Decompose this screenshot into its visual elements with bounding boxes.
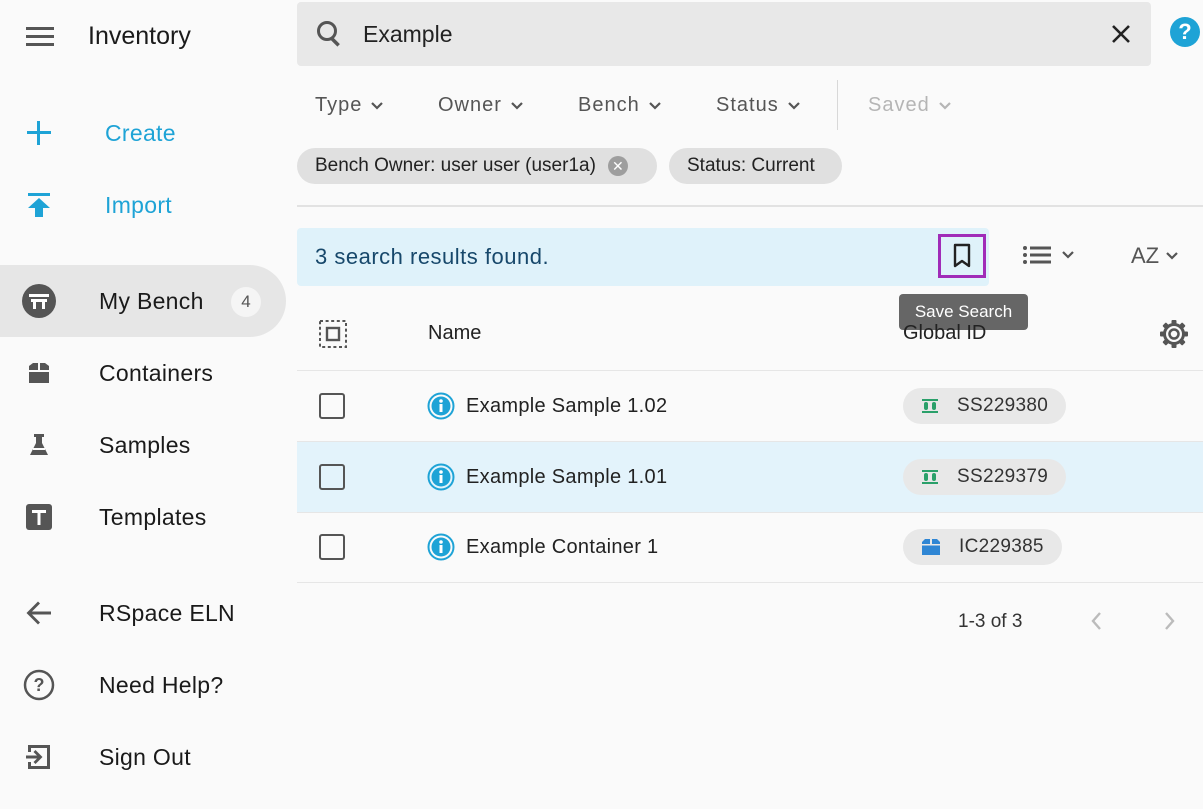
results-count-text: 3 search results found. bbox=[315, 244, 550, 269]
create-button[interactable]: Create bbox=[0, 97, 286, 169]
sidebar-item-label: Containers bbox=[99, 359, 214, 386]
table-row[interactable]: Example Sample 1.02 SS229380 bbox=[297, 371, 1203, 442]
menu-icon[interactable] bbox=[22, 23, 58, 51]
remove-chip-icon[interactable]: ✕ bbox=[607, 156, 628, 176]
help-circle-icon: ? bbox=[20, 666, 58, 704]
sign-out-icon bbox=[20, 738, 58, 776]
bench-icon bbox=[20, 282, 58, 320]
filter-status-dropdown[interactable]: Status bbox=[716, 94, 801, 117]
global-id-chip[interactable]: SS229379 bbox=[903, 459, 1067, 495]
container-box-icon bbox=[20, 354, 58, 392]
global-id-chip[interactable]: IC229385 bbox=[903, 529, 1062, 565]
close-icon[interactable] bbox=[1109, 22, 1133, 51]
info-icon[interactable] bbox=[427, 392, 455, 420]
filter-type-dropdown[interactable]: Type bbox=[315, 94, 384, 117]
plus-icon bbox=[20, 114, 58, 152]
sample-tubes-icon bbox=[922, 470, 938, 484]
template-t-icon bbox=[20, 498, 58, 536]
search-input[interactable] bbox=[363, 16, 1063, 52]
chevron-down-icon bbox=[1166, 252, 1178, 260]
chevron-down-icon bbox=[371, 101, 384, 110]
sidebar-item-containers[interactable]: Containers bbox=[0, 337, 286, 409]
filter-bench-dropdown[interactable]: Bench bbox=[578, 94, 662, 117]
table-row[interactable]: Example Sample 1.01 SS229379 bbox=[297, 442, 1203, 513]
sidebar-item-need-help[interactable]: ? Need Help? bbox=[0, 649, 286, 721]
chevron-down-icon bbox=[787, 101, 800, 110]
row-checkbox[interactable] bbox=[319, 464, 345, 490]
sidebar-item-samples[interactable]: Samples bbox=[0, 409, 286, 481]
row-checkbox[interactable] bbox=[319, 534, 345, 560]
global-id-text: SS229380 bbox=[957, 395, 1049, 416]
results-banner: 3 search results found. bbox=[297, 228, 989, 286]
flask-icon bbox=[20, 426, 58, 464]
section-divider bbox=[297, 205, 1203, 207]
help-button[interactable]: ? bbox=[1170, 17, 1200, 47]
row-name: Example Container 1 bbox=[466, 536, 659, 558]
info-icon[interactable] bbox=[427, 533, 455, 561]
container-box-icon bbox=[922, 539, 940, 555]
chevron-right-icon bbox=[1165, 612, 1175, 630]
chevron-down-icon bbox=[648, 101, 661, 110]
sidebar-item-label: RSpace ELN bbox=[99, 599, 235, 626]
sidebar-item-rspace-eln[interactable]: RSpace ELN bbox=[0, 577, 286, 649]
import-label: Import bbox=[105, 191, 172, 218]
status-chip-label: Status: Current bbox=[687, 155, 815, 176]
info-icon[interactable] bbox=[427, 463, 455, 491]
upload-icon bbox=[20, 186, 58, 224]
gear-icon[interactable] bbox=[1158, 318, 1190, 355]
sidebar-item-label: Sign Out bbox=[99, 743, 191, 770]
select-all-icon[interactable] bbox=[318, 319, 348, 354]
chevron-left-icon bbox=[1091, 612, 1101, 630]
filter-saved-label: Saved bbox=[868, 94, 930, 116]
filter-divider bbox=[837, 80, 838, 130]
global-id-text: IC229385 bbox=[959, 536, 1044, 557]
column-header-name[interactable]: Name bbox=[428, 322, 481, 345]
pagination-range: 1-3 of 3 bbox=[958, 611, 1023, 632]
search-icon bbox=[315, 19, 345, 54]
bench-count-badge: 4 bbox=[231, 287, 261, 317]
row-name: Example Sample 1.02 bbox=[466, 395, 668, 417]
chevron-down-icon bbox=[938, 101, 951, 110]
filter-owner-dropdown[interactable]: Owner bbox=[438, 94, 524, 117]
arrow-back-icon bbox=[20, 594, 58, 632]
filter-bench-label: Bench bbox=[578, 94, 640, 116]
bench-owner-chip-label: Bench Owner: user user (user1a) bbox=[315, 155, 596, 176]
column-header-global-id[interactable]: Global ID bbox=[903, 322, 986, 345]
row-checkbox[interactable] bbox=[319, 393, 345, 419]
app-title: Inventory bbox=[88, 22, 191, 50]
svg-text:?: ? bbox=[34, 675, 45, 695]
status-chip: Status: Current bbox=[669, 148, 842, 184]
save-search-button[interactable] bbox=[938, 234, 986, 278]
sidebar-item-sign-out[interactable]: Sign Out bbox=[0, 721, 286, 793]
import-button[interactable]: Import bbox=[0, 169, 286, 241]
filter-type-label: Type bbox=[315, 94, 363, 116]
sidebar-item-label: Samples bbox=[99, 431, 191, 458]
previous-page-button[interactable] bbox=[1086, 609, 1108, 638]
chevron-down-icon bbox=[511, 101, 523, 110]
table-row[interactable]: Example Container 1 IC229385 bbox=[297, 512, 1203, 583]
sample-tubes-icon bbox=[922, 399, 938, 413]
sidebar-item-label: My Bench bbox=[99, 287, 204, 314]
bookmark-icon bbox=[953, 243, 971, 268]
sidebar-item-my-bench[interactable]: My Bench 4 bbox=[0, 265, 286, 337]
filter-saved-dropdown[interactable]: Saved bbox=[868, 94, 952, 117]
global-id-text: SS229379 bbox=[957, 466, 1049, 487]
sidebar-item-label: Need Help? bbox=[99, 671, 224, 698]
filter-owner-label: Owner bbox=[438, 94, 502, 116]
next-page-button[interactable] bbox=[1158, 609, 1180, 638]
view-mode-dropdown[interactable] bbox=[1021, 241, 1075, 269]
create-label: Create bbox=[105, 119, 176, 146]
sort-dropdown[interactable]: AZ bbox=[1131, 243, 1179, 269]
filter-status-label: Status bbox=[716, 94, 779, 116]
sidebar-item-label: Templates bbox=[99, 503, 207, 530]
chevron-down-icon bbox=[1062, 251, 1074, 259]
global-id-chip[interactable]: SS229380 bbox=[903, 388, 1067, 424]
bench-owner-chip: Bench Owner: user user (user1a) ✕ bbox=[297, 148, 657, 184]
sort-label: AZ bbox=[1131, 243, 1160, 268]
sidebar-item-templates[interactable]: Templates bbox=[0, 481, 286, 553]
row-name: Example Sample 1.01 bbox=[466, 466, 668, 488]
list-view-icon bbox=[1023, 246, 1051, 264]
search-bar bbox=[297, 2, 1151, 66]
